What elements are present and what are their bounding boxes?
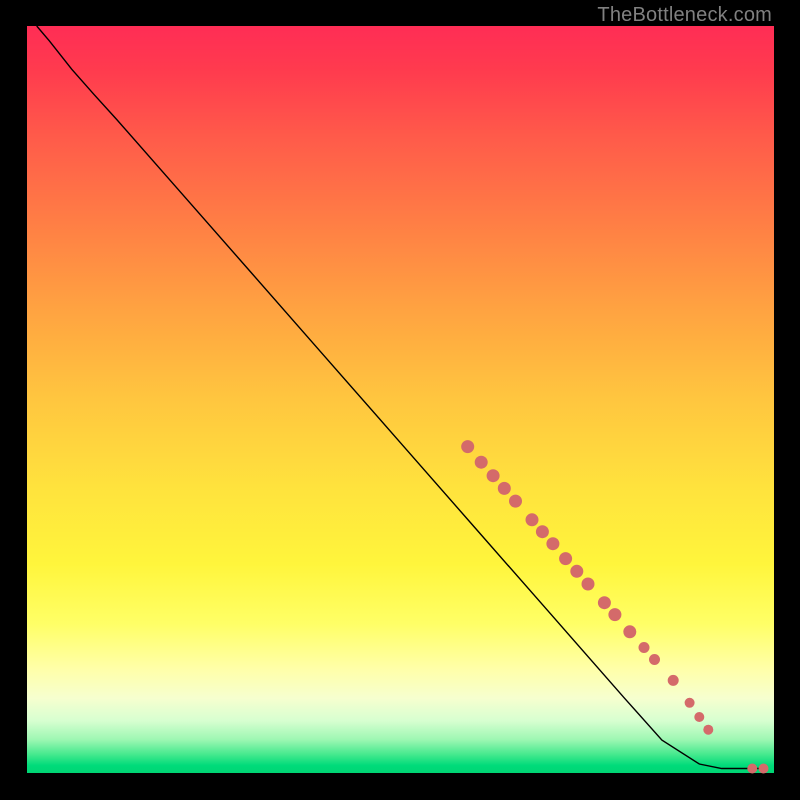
- data-point: [623, 625, 636, 638]
- data-point: [668, 675, 679, 686]
- data-point: [509, 495, 522, 508]
- data-point: [685, 698, 695, 708]
- data-point: [559, 552, 572, 565]
- data-point: [546, 537, 559, 550]
- data-point: [498, 482, 511, 495]
- data-point: [747, 764, 757, 774]
- data-point: [461, 440, 474, 453]
- data-point: [639, 642, 650, 653]
- data-point: [649, 654, 660, 665]
- data-points-group: [461, 440, 768, 773]
- data-point: [759, 764, 769, 774]
- chart-svg: [27, 26, 774, 773]
- data-point: [703, 725, 713, 735]
- data-point: [570, 565, 583, 578]
- data-point: [475, 456, 488, 469]
- data-point: [694, 712, 704, 722]
- data-point: [487, 469, 500, 482]
- data-point: [598, 596, 611, 609]
- data-point: [582, 578, 595, 591]
- data-point: [608, 608, 621, 621]
- data-point: [526, 513, 539, 526]
- watermark-text: TheBottleneck.com: [597, 4, 772, 27]
- data-point: [536, 525, 549, 538]
